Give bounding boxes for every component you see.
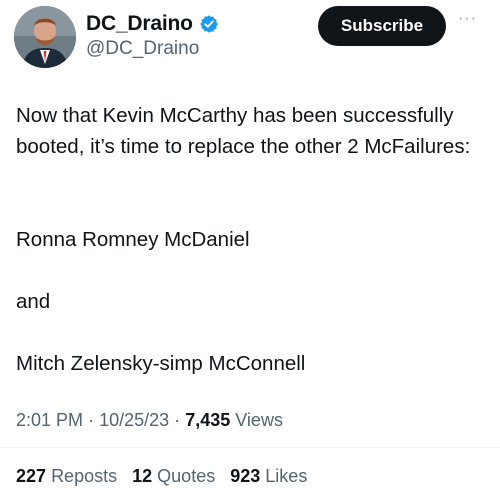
tweet-paragraph: and [16, 290, 51, 313]
reposts-count: 227 [16, 466, 47, 486]
quotes-count: 12 [132, 466, 153, 486]
author-name-row: DC_Draino [86, 12, 219, 36]
views-label: Views [235, 410, 283, 430]
quotes-label: Quotes [157, 466, 216, 486]
tweet-date[interactable]: 10/25/23 [99, 410, 169, 430]
display-name[interactable]: DC_Draino [86, 12, 193, 36]
avatar[interactable] [14, 6, 76, 68]
subscribe-button[interactable]: Subscribe [318, 6, 446, 46]
divider [0, 447, 500, 448]
more-options-icon[interactable]: ··· [458, 10, 477, 28]
tweet-paragraph: Now that Kevin McCarthy has been success… [16, 104, 471, 158]
profile-avatar [14, 6, 76, 68]
author-handle[interactable]: @DC_Draino [86, 38, 199, 60]
engagement-stats: 227 Reposts 12 Quotes 923 Likes [16, 466, 317, 487]
reposts-stat[interactable]: 227 Reposts [16, 466, 117, 486]
meta-separator: · [174, 410, 181, 430]
tweet-paragraph: Mitch Zelensky-simp McConnell [16, 352, 306, 375]
tweet-meta: 2:01 PM · 10/25/23 · 7,435 Views [16, 410, 283, 431]
quotes-stat[interactable]: 12 Quotes [132, 466, 215, 486]
reposts-label: Reposts [51, 466, 118, 486]
likes-count: 923 [230, 466, 261, 486]
likes-label: Likes [265, 466, 308, 486]
tweet-time[interactable]: 2:01 PM [16, 410, 83, 430]
likes-stat[interactable]: 923 Likes [230, 466, 307, 486]
tweet-paragraph: Ronna Romney McDaniel [16, 228, 250, 251]
verified-badge-icon [199, 15, 218, 33]
views-count: 7,435 [185, 410, 231, 430]
meta-separator: · [88, 410, 95, 430]
